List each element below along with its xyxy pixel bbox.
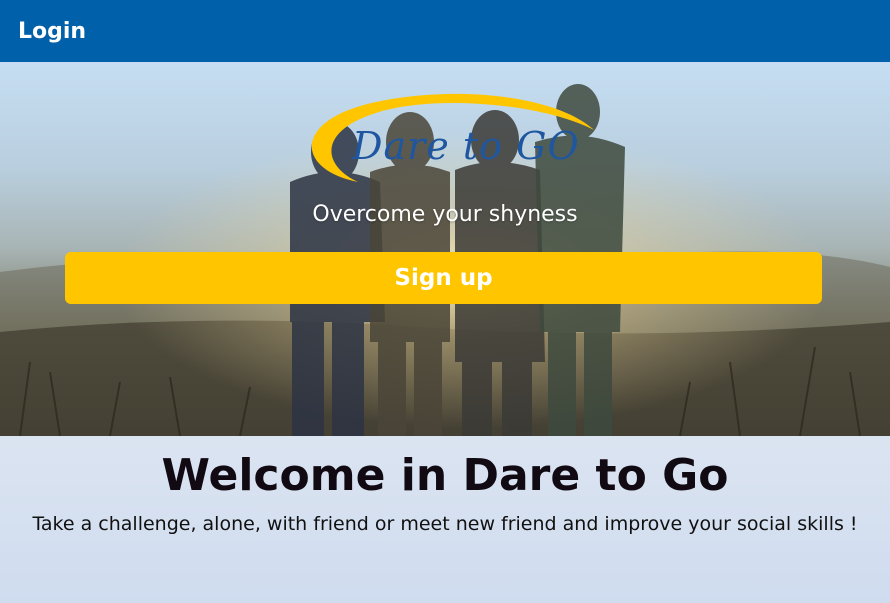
welcome-section: Welcome in Dare to Go Take a challenge, … xyxy=(0,436,890,603)
signup-button[interactable]: Sign up xyxy=(65,252,822,304)
welcome-subtitle: Take a challenge, alone, with friend or … xyxy=(32,513,858,535)
logo-text: Dare to GO xyxy=(352,124,580,168)
top-navbar: Login xyxy=(0,0,890,62)
hero-section: Dare to GO Overcome your shyness Sign up xyxy=(0,62,890,436)
hero-tagline: Overcome your shyness xyxy=(312,202,578,227)
welcome-title: Welcome in Dare to Go xyxy=(161,450,729,501)
login-link[interactable]: Login xyxy=(18,19,86,44)
